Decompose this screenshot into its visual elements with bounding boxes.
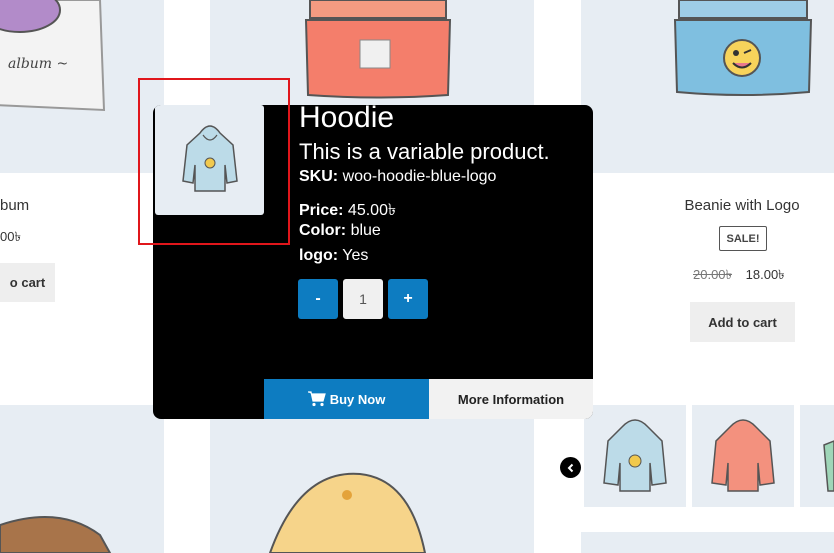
cart-icon [307, 391, 326, 407]
popup-sku: SKU: woo-hoodie-blue-logo [299, 168, 496, 186]
quantity-decrease-button[interactable]: - [298, 279, 338, 319]
gallery-thumb-green-hoodie[interactable] [800, 405, 834, 507]
gallery-thumb-blue-hoodie[interactable] [584, 405, 686, 507]
color-value: blue [350, 222, 381, 239]
chevron-left-icon [567, 463, 573, 472]
buy-now-label: Buy Now [329, 391, 386, 407]
gallery-thumb-red-hoodie[interactable] [692, 405, 794, 507]
gallery-prev-button[interactable] [560, 457, 581, 478]
belt-illustration [0, 516, 112, 553]
beanie-logo-cart-label: Add to cart [708, 314, 777, 330]
buy-now-button[interactable]: Buy Now [264, 379, 429, 419]
blue-hoodie-thumb-illustration [603, 419, 667, 492]
highlight-box [138, 78, 290, 245]
popup-description: This is a variable product. [299, 139, 550, 164]
logo-value: Yes [342, 247, 369, 264]
album-cart-label: o cart [9, 275, 46, 290]
color-label: Color: [299, 222, 347, 239]
price-label: Price: [299, 202, 344, 219]
more-information-label: More Information [457, 391, 565, 407]
beanie-with-logo-image[interactable] [581, 0, 834, 173]
popup-color: Color: blue [299, 222, 381, 240]
old-price: 20.00৳ [693, 267, 733, 282]
beanie-logo-illustration [673, 0, 813, 96]
bottom-center-product-image[interactable] [210, 419, 534, 553]
price-value: 45.00৳ [347, 202, 396, 219]
quantity-increase-button[interactable]: + [388, 279, 428, 319]
red-hoodie-thumb-illustration [711, 419, 775, 492]
new-price: 18.00৳ [745, 267, 785, 282]
cap-illustration [268, 472, 427, 553]
album-name[interactable]: bum [0, 197, 29, 214]
logo-label: logo: [299, 247, 339, 264]
quantity-input[interactable]: 1 [343, 279, 383, 319]
album-price: 00৳ [0, 229, 21, 244]
svg-text:album ~: album ~ [8, 56, 68, 72]
green-hoodie-thumb-illustration [823, 440, 834, 492]
beanie-logo-price: 20.00৳ 18.00৳ [693, 266, 785, 287]
beanie-logo-name[interactable]: Beanie with Logo [672, 197, 812, 214]
sku-value: woo-hoodie-blue-logo [342, 168, 497, 185]
popup-logo: logo: Yes [299, 247, 368, 265]
more-information-button[interactable]: More Information [429, 379, 593, 419]
sale-badge: SALE! [719, 226, 767, 251]
bottom-left-product-image[interactable] [0, 405, 164, 553]
popup-price: Price: 45.00৳ [299, 197, 396, 224]
bottom-right-product-image[interactable] [581, 532, 834, 553]
popup-title: Hoodie [299, 105, 395, 134]
album-add-to-cart-button[interactable]: o cart [0, 263, 55, 302]
sku-label: SKU: [299, 168, 339, 185]
beanie-logo-add-to-cart-button[interactable]: Add to cart [690, 302, 795, 342]
